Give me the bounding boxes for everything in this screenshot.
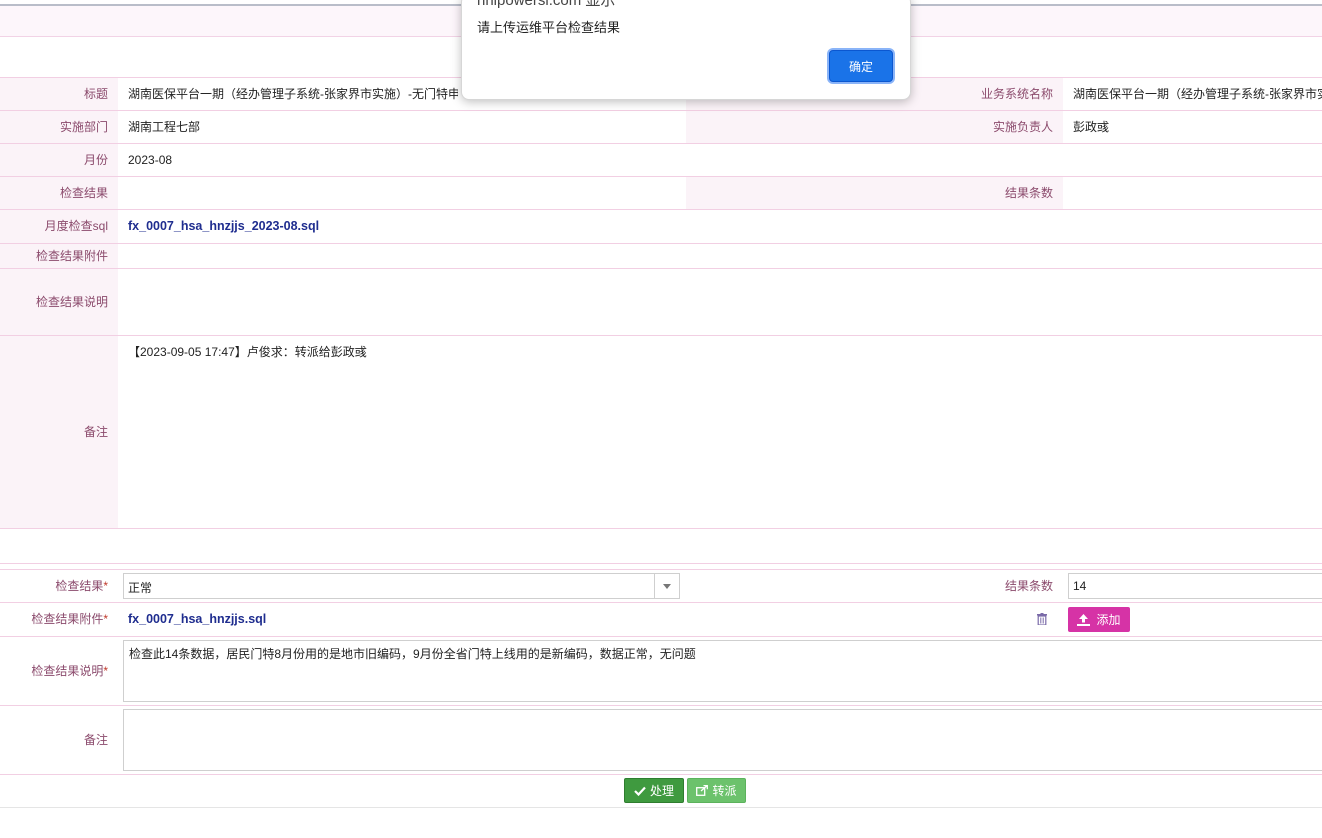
count-label: 结果条数 — [686, 177, 1063, 209]
trash-icon[interactable] — [1037, 613, 1047, 628]
remark-value: 【2023-09-05 17:47】卢俊求：转派给彭政彧 — [128, 345, 367, 359]
dialog-message: 请上传运维平台检查结果 — [477, 20, 621, 35]
form-remark-label: 备注 — [0, 706, 118, 774]
form-result-label: 检查结果* — [0, 570, 118, 602]
remark-label: 备注 — [0, 336, 118, 528]
row-divider — [0, 176, 1322, 177]
alert-dialog: hnipowersi.com 显示 请上传运维平台检查结果 确定 — [461, 0, 911, 100]
share-icon — [696, 785, 709, 796]
form-count-label: 结果条数 — [686, 570, 1063, 602]
title-value: 湖南医保平台一期（经办管理子系统-张家界市实施）-无门特申请门特方数量 — [128, 87, 458, 101]
check-icon — [634, 786, 646, 796]
add-attachment-label: 添加 — [1096, 613, 1121, 627]
dept-label: 实施部门 — [0, 111, 118, 143]
form-desc-label: 检查结果说明* — [0, 637, 118, 705]
desc-textarea[interactable]: 检查此14条数据，居民门特8月份用的是地市旧编码，9月份全省门特上线用的是新编码… — [123, 640, 1322, 702]
row-divider — [0, 528, 1322, 529]
section-divider — [0, 563, 1322, 564]
transfer-label: 转派 — [712, 784, 737, 798]
attach-file-link[interactable]: fx_0007_hsa_hnzjjs.sql — [128, 603, 266, 636]
row-divider — [0, 335, 1322, 336]
title-label: 标题 — [0, 78, 118, 110]
form-attach-label: 检查结果附件* — [0, 603, 118, 636]
count-input[interactable]: 14 — [1068, 573, 1322, 599]
sql-label: 月度检查sql — [0, 210, 118, 243]
owner-value: 彭政彧 — [1073, 120, 1110, 134]
chevron-down-icon[interactable] — [654, 574, 679, 598]
process-label: 处理 — [649, 784, 674, 798]
dialog-title: hnipowersi.com 显示 — [477, 0, 616, 9]
result-select-value: 正常 — [128, 581, 153, 595]
owner-label: 实施负责人 — [686, 111, 1063, 143]
result-select[interactable]: 正常 — [123, 573, 680, 599]
system-value: 湖南医保平台一期（经办管理子系统-张家界市实施） — [1073, 87, 1322, 101]
remark-textarea[interactable] — [123, 709, 1322, 771]
attach-label: 检查结果附件 — [0, 244, 118, 268]
dept-value: 湖南工程七部 — [128, 120, 201, 134]
row-divider — [0, 243, 1322, 244]
result-label: 检查结果 — [0, 177, 118, 209]
row-divider — [0, 143, 1322, 144]
desc-label: 检查结果说明 — [0, 269, 118, 335]
row-divider — [0, 569, 1322, 570]
sql-file-link[interactable]: fx_0007_hsa_hnzjjs_2023-08.sql — [128, 210, 319, 243]
footer-divider — [0, 807, 1322, 808]
add-attachment-button[interactable]: 添加 — [1068, 607, 1130, 632]
process-button[interactable]: 处理 — [624, 778, 684, 803]
row-divider — [0, 636, 1322, 637]
dialog-ok-button[interactable]: 确定 — [829, 50, 893, 82]
row-divider — [0, 774, 1322, 775]
month-label: 月份 — [0, 144, 118, 176]
month-value: 2023-08 — [128, 153, 173, 167]
upload-icon — [1077, 613, 1091, 626]
row-divider — [0, 705, 1322, 706]
transfer-button[interactable]: 转派 — [687, 778, 746, 803]
row-divider — [0, 268, 1322, 269]
